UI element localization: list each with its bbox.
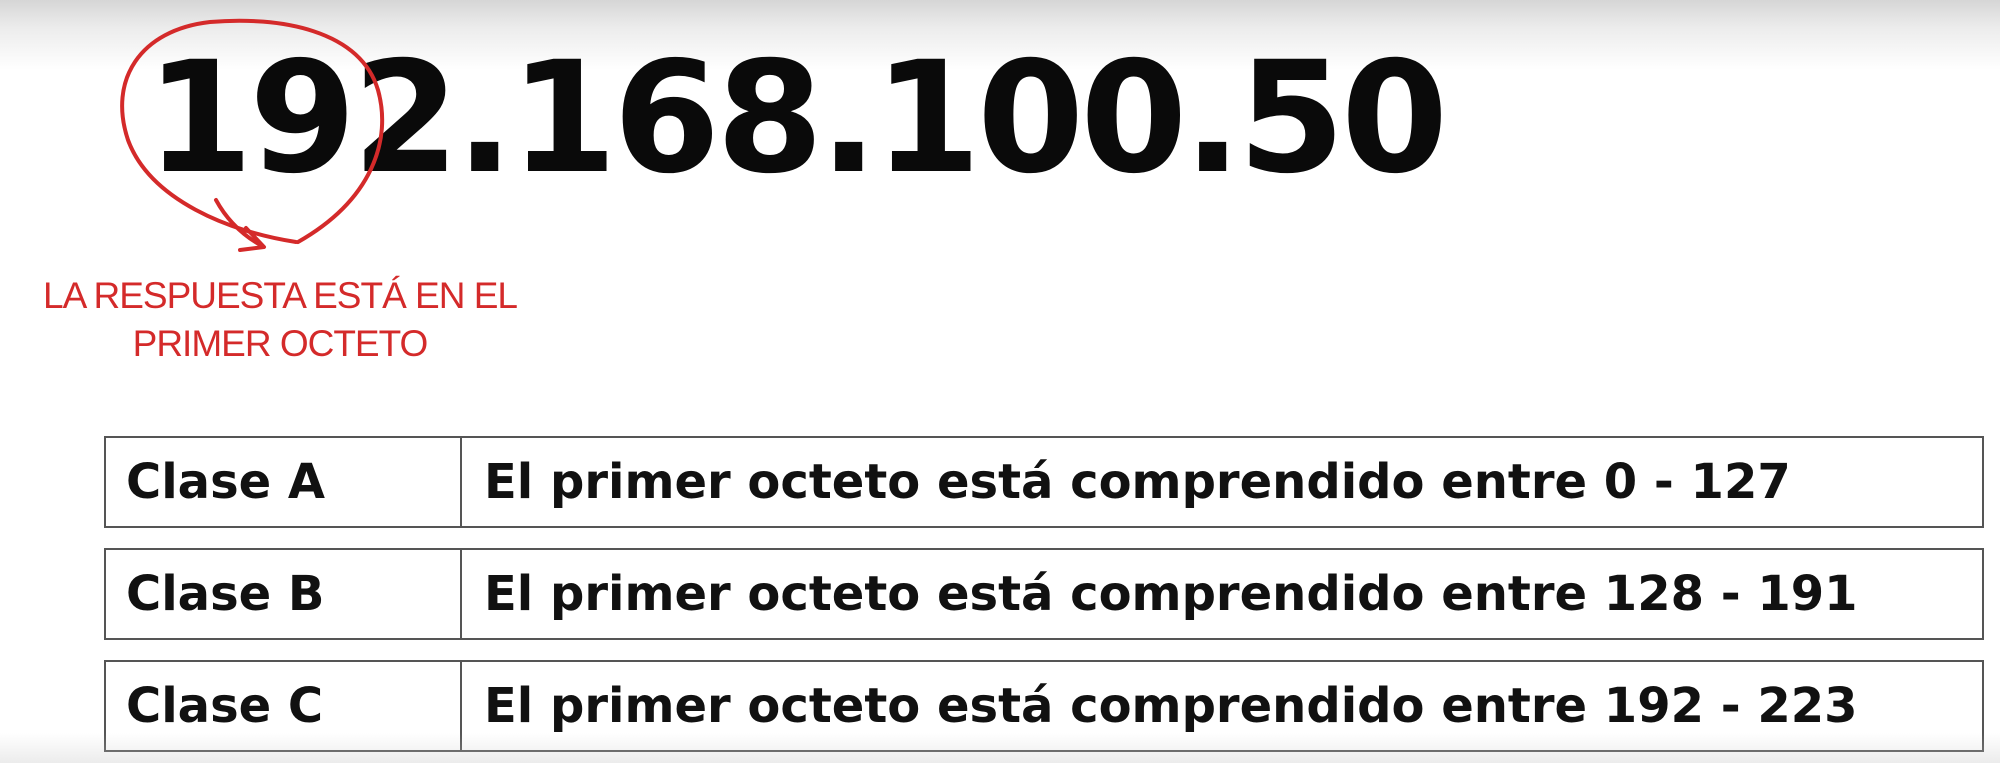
annotation-text: LA RESPUESTA ESTÁ EN EL PRIMER OCTETO — [10, 272, 550, 368]
class-description: El primer octeto está comprendido entre … — [484, 566, 1858, 622]
ip-address: 192.168.100.50 — [146, 29, 1448, 208]
bottom-shadow — [0, 733, 2000, 763]
annotation-line-1: LA RESPUESTA ESTÁ EN EL — [43, 275, 518, 316]
class-name: Clase B — [106, 550, 462, 638]
class-name: Clase A — [106, 438, 462, 526]
class-row-b: Clase B El primer octeto está comprendid… — [104, 548, 1984, 640]
class-description: El primer octeto está comprendido entre … — [484, 454, 1791, 510]
ip-classes-table: Clase A El primer octeto está comprendid… — [104, 436, 1984, 772]
annotation-line-2: PRIMER OCTETO — [132, 323, 429, 364]
class-row-a: Clase A El primer octeto está comprendid… — [104, 436, 1984, 528]
